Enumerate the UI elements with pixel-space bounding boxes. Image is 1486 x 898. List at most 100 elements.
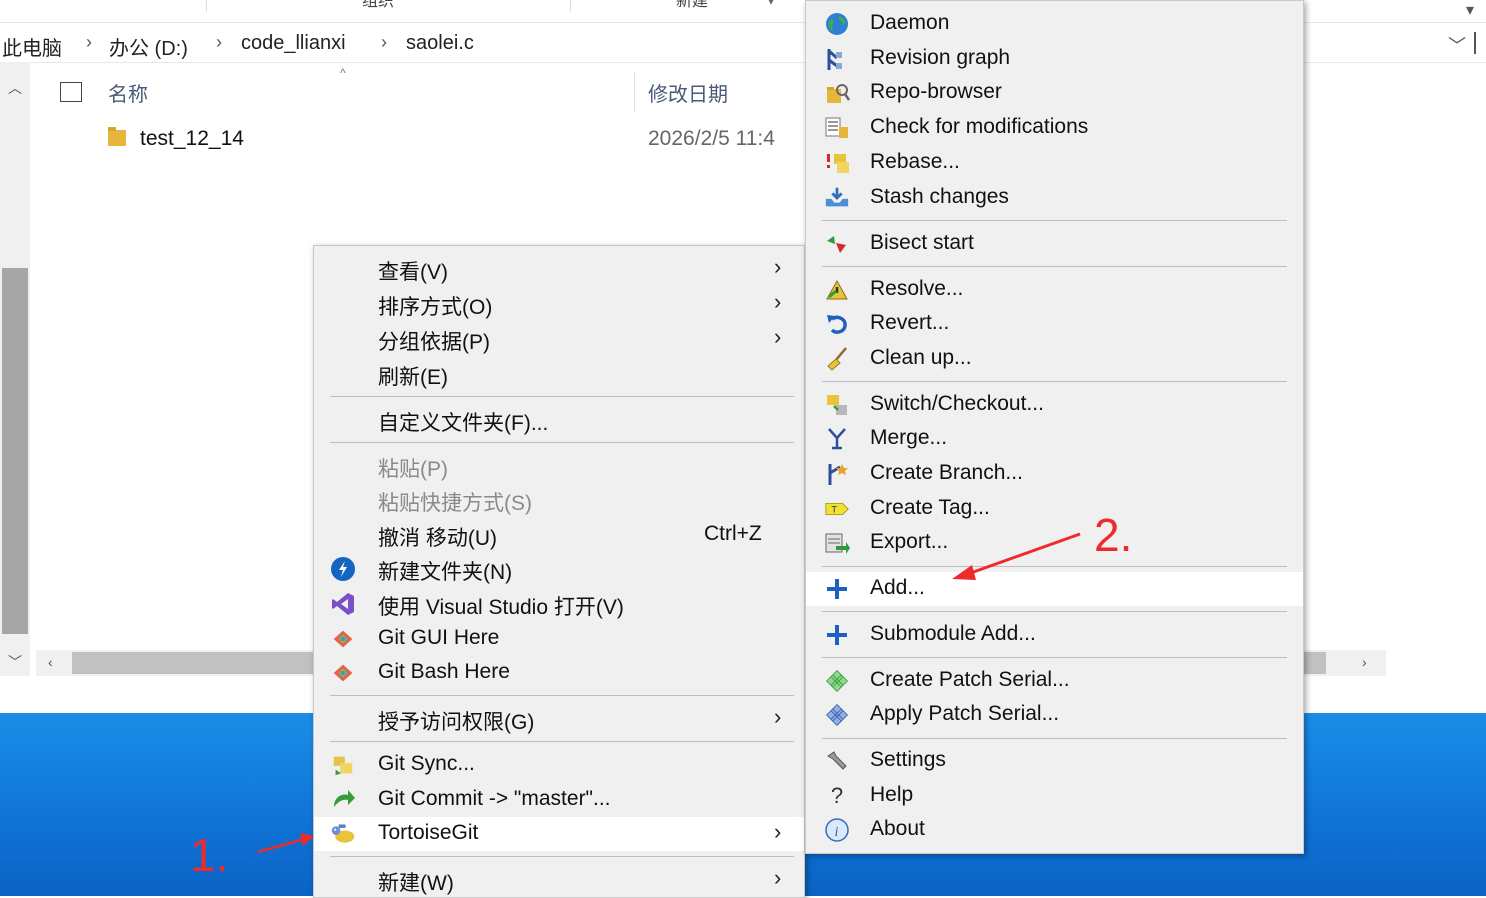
menu-item-repo-browser[interactable]: Repo-browser (806, 76, 1303, 110)
menu-separator (330, 396, 794, 397)
menu-item-new-folder[interactable]: 新建文件夹(N) (314, 552, 804, 586)
menu-item-give-access[interactable]: 授予访问权限(G) › (314, 702, 804, 736)
visual-studio-icon (330, 592, 356, 616)
chevron-right-icon[interactable]: › (381, 32, 387, 53)
menu-item-label: TortoiseGit (378, 821, 479, 844)
menu-item-revert[interactable]: Revert... (806, 307, 1303, 341)
column-header-modified[interactable]: 修改日期 (648, 78, 728, 107)
menu-separator (330, 442, 794, 443)
menu-item-label: Repo-browser (870, 80, 1002, 103)
menu-item-tortoisegit[interactable]: TortoiseGit › (314, 817, 804, 851)
scroll-right-icon[interactable]: › (1362, 654, 1367, 670)
menu-item-label: 自定义文件夹(F)... (378, 412, 549, 435)
menu-item-customize-folder[interactable]: 自定义文件夹(F)... (314, 403, 804, 437)
menu-item-switch-checkout[interactable]: Switch/Checkout... (806, 388, 1303, 422)
cleanup-icon (824, 347, 850, 371)
check-modifications-icon (824, 116, 850, 140)
menu-item-shortcut: Ctrl+Z (704, 522, 762, 545)
menu-item-create-patch-serial[interactable]: Create Patch Serial... (806, 664, 1303, 698)
ribbon-tab-organize[interactable]: 组织 (362, 0, 394, 16)
breadcrumb-folder[interactable]: code_llianxi (241, 32, 346, 55)
menu-item-stash-changes[interactable]: Stash changes (806, 181, 1303, 215)
vertical-scrollbar-thumb[interactable] (2, 268, 28, 634)
rebase-icon (824, 151, 850, 175)
column-divider[interactable] (634, 72, 635, 112)
select-all-checkbox[interactable] (60, 82, 82, 102)
menu-item-label: Merge... (870, 426, 948, 449)
menu-item-revision-graph[interactable]: Revision graph (806, 42, 1303, 76)
export-icon (824, 531, 850, 555)
sort-ascending-icon: ^ (340, 66, 346, 80)
scroll-left-icon[interactable]: ‹ (48, 654, 53, 670)
menu-item-submodule-add[interactable]: Submodule Add... (806, 618, 1303, 652)
breadcrumb-this-pc[interactable]: 此电脑 (2, 32, 62, 61)
chevron-right-icon[interactable]: › (86, 32, 92, 53)
tortoisegit-submenu: Daemon Revision graph Repo-browser Check… (805, 0, 1304, 854)
menu-item-view[interactable]: 查看(V) › (314, 252, 804, 286)
menu-item-label: Revision graph (870, 46, 1011, 69)
breadcrumb-current[interactable]: saolei.c (406, 32, 474, 55)
svg-text:i: i (835, 825, 839, 840)
menu-item-git-gui[interactable]: Git GUI Here (314, 622, 804, 656)
bisect-icon (824, 232, 850, 256)
menu-item-check-modifications[interactable]: Check for modifications (806, 111, 1303, 145)
menu-item-help[interactable]: ? Help (806, 779, 1303, 813)
tortoisegit-icon (330, 822, 356, 846)
menu-item-label: 使用 Visual Studio 打开(V) (378, 596, 624, 619)
menu-item-rebase[interactable]: Rebase... (806, 146, 1303, 180)
menu-item-new[interactable]: 新建(W) › (314, 863, 804, 897)
breadcrumb-drive[interactable]: 办公 (D:) (109, 32, 188, 61)
chevron-right-icon[interactable]: › (216, 32, 222, 53)
menu-item-open-visual-studio[interactable]: 使用 Visual Studio 打开(V) (314, 587, 804, 621)
ribbon-tab-new[interactable]: 新建 (676, 0, 708, 16)
address-history-chevron-icon[interactable]: ﹀ (1448, 32, 1466, 58)
menu-item-settings[interactable]: Settings (806, 744, 1303, 778)
menu-item-label: Help (870, 783, 914, 806)
context-menu: 查看(V) › 排序方式(O) › 分组依据(P) › 刷新(E) 自定义文件夹… (313, 245, 805, 898)
menu-item-label: 撤消 移动(U) (378, 527, 497, 550)
column-header-name[interactable]: 名称 (108, 78, 148, 107)
scroll-up-icon[interactable]: ︿ (8, 78, 22, 98)
branch-icon (824, 462, 850, 486)
menu-item-label: Submodule Add... (870, 622, 1036, 645)
menu-item-about[interactable]: i About (806, 813, 1303, 847)
menu-item-git-bash[interactable]: Git Bash Here (314, 656, 804, 690)
scroll-down-icon[interactable]: ﹀ (8, 652, 22, 672)
chevron-down-icon[interactable]: ▾ (1466, 0, 1474, 20)
menu-item-undo-move[interactable]: 撤消 移动(U) Ctrl+Z (314, 518, 804, 552)
menu-item-git-commit[interactable]: Git Commit -> "master"... (314, 783, 804, 817)
menu-item-label: About (870, 817, 925, 840)
menu-item-bisect-start[interactable]: Bisect start (806, 227, 1303, 261)
menu-item-label: Git Sync... (378, 752, 475, 775)
menu-item-export[interactable]: Export... (806, 526, 1303, 560)
add-icon (824, 577, 850, 601)
menu-item-daemon[interactable]: Daemon (806, 7, 1303, 41)
menu-item-sort-by[interactable]: 排序方式(O) › (314, 287, 804, 321)
chevron-down-icon[interactable]: ▾ (768, 0, 774, 8)
menu-item-label: Settings (870, 748, 946, 771)
git-sync-icon (330, 753, 356, 777)
refresh-icon[interactable] (1474, 32, 1486, 54)
menu-item-label: Resolve... (870, 277, 964, 300)
ribbon-divider (570, 0, 571, 12)
menu-item-refresh[interactable]: 刷新(E) (314, 357, 804, 391)
menu-separator (822, 657, 1287, 658)
menu-item-add[interactable]: Add... (806, 572, 1303, 606)
menu-item-create-tag[interactable]: T Create Tag... (806, 492, 1303, 526)
menu-separator (330, 856, 794, 857)
menu-item-merge[interactable]: Merge... (806, 422, 1303, 456)
menu-item-create-branch[interactable]: Create Branch... (806, 457, 1303, 491)
git-commit-icon (330, 788, 356, 812)
patch-apply-icon (824, 703, 850, 727)
menu-item-clean-up[interactable]: Clean up... (806, 342, 1303, 376)
new-folder-icon (330, 557, 356, 581)
menu-item-apply-patch-serial[interactable]: Apply Patch Serial... (806, 698, 1303, 732)
menu-separator (330, 695, 794, 696)
ribbon-divider (206, 0, 207, 12)
repo-browser-icon (824, 81, 850, 105)
menu-item-git-sync[interactable]: Git Sync... (314, 748, 804, 782)
svg-text:T: T (831, 505, 837, 515)
file-row-name[interactable]: test_12_14 (140, 127, 244, 151)
menu-item-group-by[interactable]: 分组依据(P) › (314, 322, 804, 356)
menu-item-resolve[interactable]: Resolve... (806, 273, 1303, 307)
